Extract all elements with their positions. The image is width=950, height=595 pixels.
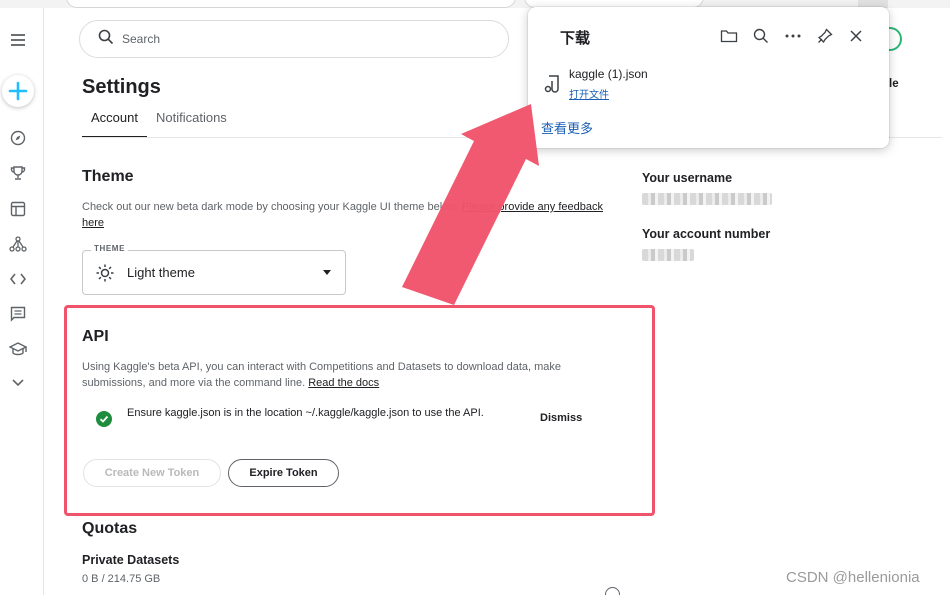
settings-tabs: Account Notifications [82,110,236,138]
create-new-token-button[interactable]: Create New Token [83,459,221,487]
theme-select-value: Light theme [127,265,195,280]
learn-icon[interactable] [8,339,28,359]
models-icon[interactable] [8,234,28,254]
dismiss-button[interactable]: Dismiss [540,412,582,424]
chevron-down-icon[interactable] [8,373,28,393]
table-icon[interactable] [8,199,28,219]
search-icon[interactable] [751,26,771,46]
code-icon[interactable] [8,269,28,289]
close-icon[interactable] [846,26,866,46]
profile-name-fragment: le [889,78,899,90]
menu-icon[interactable] [8,30,28,50]
info-icon[interactable] [605,587,620,595]
api-notice-text: Ensure kaggle.json is in the location ~/… [127,407,484,419]
expire-token-button[interactable]: Expire Token [228,459,339,487]
check-circle-icon [96,411,112,427]
pin-icon[interactable] [815,26,835,46]
sun-icon [95,263,115,283]
downloads-popup: 下载 kaggle (1).json 打开文件 查看更多 [528,7,889,148]
theme-select-legend: THEME [91,244,128,253]
file-icon [543,73,563,95]
create-plus-icon[interactable] [2,75,34,107]
username-label: Your username [642,171,733,185]
private-datasets-value: 0 B / 214.75 GB [82,573,161,585]
trophy-icon[interactable] [8,163,28,183]
more-icon[interactable] [783,26,803,46]
theme-description-text: Check out our new beta dark mode by choo… [82,201,459,213]
left-navigation-rail [0,8,44,595]
downloads-title: 下载 [560,30,591,47]
watermark: CSDN @hellenionia [786,569,920,586]
theme-select[interactable]: THEME Light theme [82,244,346,295]
tab-account[interactable]: Account [82,110,147,138]
search-icon [98,29,114,50]
theme-heading: Theme [82,168,134,185]
account-number-value-redacted [642,249,694,261]
quotas-heading: Quotas [82,520,138,537]
read-docs-link[interactable]: Read the docs [308,377,379,389]
private-datasets-label: Private Datasets [82,553,180,567]
browser-address-bar[interactable] [66,0,516,8]
theme-description: Check out our new beta dark mode by choo… [82,199,612,231]
search-input[interactable] [122,32,462,46]
discussion-icon[interactable] [8,304,28,324]
account-number-label: Your account number [642,227,771,241]
caret-down-icon [323,270,331,275]
compass-icon[interactable] [8,128,28,148]
avatar[interactable] [888,27,902,51]
page-title: Settings [82,76,161,98]
api-description: Using Kaggle's beta API, you can interac… [82,359,622,391]
open-file-link[interactable]: 打开文件 [569,86,609,101]
api-heading: API [82,328,109,345]
tab-notifications[interactable]: Notifications [147,110,236,138]
see-more-link[interactable]: 查看更多 [541,118,593,137]
username-value-redacted [642,193,772,205]
download-file-name[interactable]: kaggle (1).json [569,67,648,81]
search-bar[interactable] [79,20,509,58]
folder-icon[interactable] [719,26,739,46]
